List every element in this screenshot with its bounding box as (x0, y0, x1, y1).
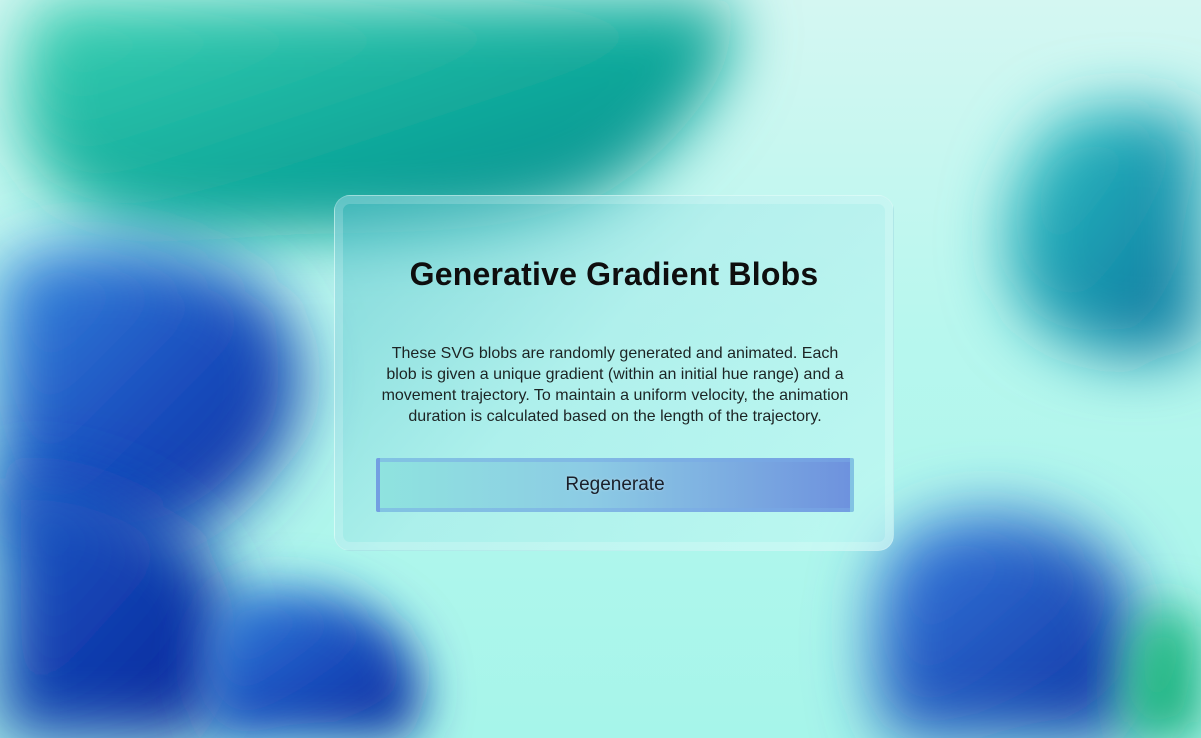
blob-shape (206, 588, 421, 738)
blob-shape (1007, 106, 1201, 358)
blob-shape (874, 513, 1142, 738)
page-title: Generative Gradient Blobs (409, 256, 819, 292)
description-text: These SVG blobs are randomly generated a… (381, 345, 849, 425)
regenerate-button[interactable]: Regenerate (376, 458, 854, 512)
info-card: Generative Gradient Blobs These SVG blob… (334, 195, 894, 551)
